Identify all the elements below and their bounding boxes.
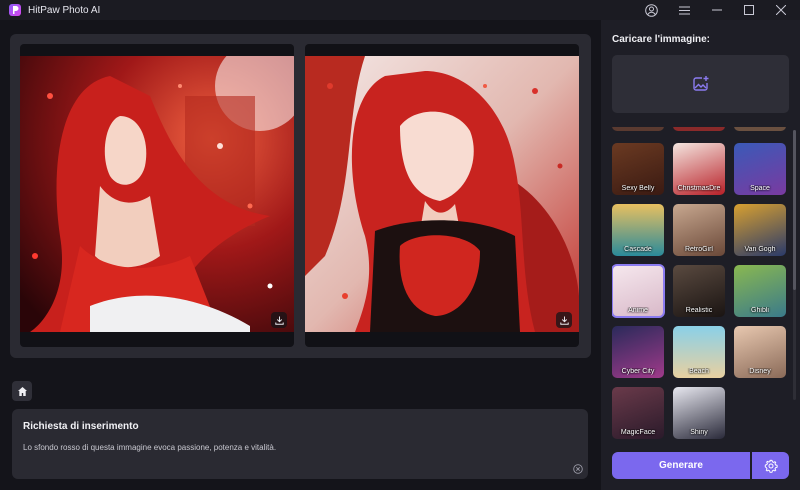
style-tile-cyber-city[interactable]: Cyber City bbox=[612, 326, 664, 378]
upload-dropzone[interactable] bbox=[612, 55, 789, 113]
preview-panel bbox=[10, 34, 591, 358]
style-tile-space[interactable]: Space bbox=[734, 143, 786, 195]
style-tile-beach[interactable]: Beach bbox=[673, 326, 725, 378]
generated-image bbox=[305, 56, 579, 332]
download-icon[interactable] bbox=[271, 312, 287, 328]
generated-image-card[interactable] bbox=[305, 44, 579, 347]
style-tile[interactable] bbox=[673, 127, 725, 131]
style-tile[interactable] bbox=[734, 127, 786, 131]
style-tile[interactable] bbox=[612, 127, 664, 131]
style-grid: Sexy Belly ChristmasDre Space Cascade Re… bbox=[612, 127, 790, 457]
title-bar: HitPaw Photo AI bbox=[0, 0, 800, 20]
style-tile-shiny[interactable]: Shiny bbox=[673, 387, 725, 439]
prompt-input[interactable]: Lo sfondo rosso di questa immagine evoca… bbox=[23, 443, 276, 452]
image-plus-icon bbox=[692, 76, 708, 91]
upload-label: Caricare l'immagine: bbox=[612, 34, 710, 45]
prompt-title: Richiesta di inserimento bbox=[23, 421, 139, 432]
menu-icon[interactable] bbox=[669, 0, 699, 20]
style-tile-realistic[interactable]: Realistic bbox=[673, 265, 725, 317]
style-tile-christmas-dream[interactable]: ChristmasDre bbox=[673, 143, 725, 195]
style-tile-anime[interactable]: Anime bbox=[612, 264, 665, 318]
style-grid-scrollbar[interactable] bbox=[793, 130, 796, 400]
original-image bbox=[20, 56, 294, 332]
original-image-card[interactable] bbox=[20, 44, 294, 347]
app-title: HitPaw Photo AI bbox=[28, 4, 101, 16]
style-tile-cascade[interactable]: Cascade bbox=[612, 204, 664, 256]
scrollbar-thumb[interactable] bbox=[793, 130, 796, 290]
minimize-icon[interactable] bbox=[702, 0, 732, 20]
style-tile-van-gogh[interactable]: Van Gogh bbox=[734, 204, 786, 256]
style-tile-disney[interactable]: Disney bbox=[734, 326, 786, 378]
home-icon bbox=[17, 386, 27, 396]
clear-prompt-icon[interactable] bbox=[573, 464, 583, 474]
maximize-icon[interactable] bbox=[734, 0, 764, 20]
close-icon[interactable] bbox=[766, 0, 796, 20]
prompt-box[interactable]: Richiesta di inserimento Lo sfondo rosso… bbox=[12, 409, 588, 479]
download-icon[interactable] bbox=[556, 312, 572, 328]
generate-button[interactable]: Generare bbox=[612, 452, 750, 479]
app-logo-icon bbox=[9, 4, 21, 16]
style-tile-magicface[interactable]: MagicFace bbox=[612, 387, 664, 439]
gear-icon bbox=[764, 459, 778, 473]
style-tile-retrogirl[interactable]: RetroGirl bbox=[673, 204, 725, 256]
style-tile-ghibli[interactable]: Ghibli bbox=[734, 265, 786, 317]
settings-button[interactable] bbox=[752, 452, 789, 479]
side-panel: Caricare l'immagine: Sexy Belly Christma… bbox=[601, 20, 800, 490]
style-tile-sexy-belly[interactable]: Sexy Belly bbox=[612, 143, 664, 195]
home-button[interactable] bbox=[12, 381, 32, 401]
account-icon[interactable] bbox=[636, 0, 666, 20]
